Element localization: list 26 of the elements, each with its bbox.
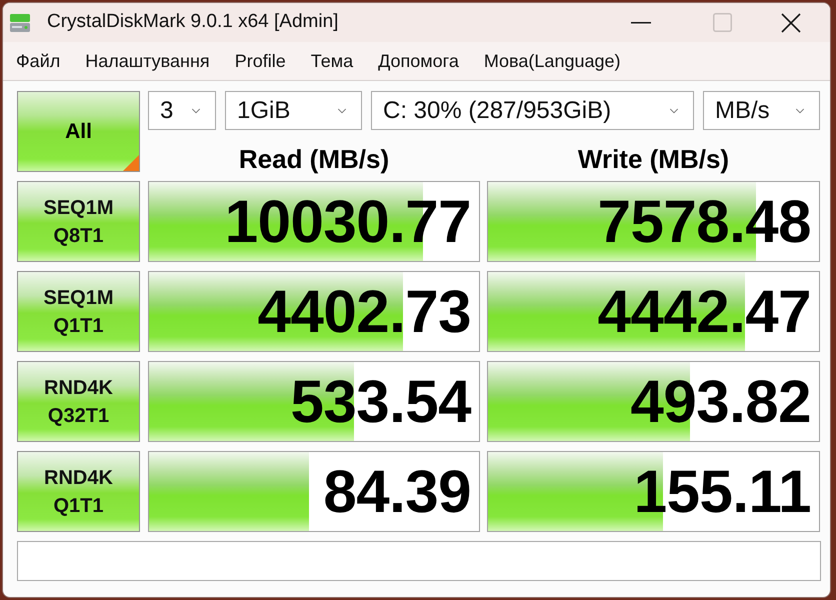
size-dropdown[interactable]: 1GiB	[225, 91, 362, 130]
write-value: 155.11	[634, 462, 811, 522]
drive-dropdown[interactable]: C: 30% (287/953GiB)	[371, 91, 694, 130]
all-button[interactable]: All	[17, 91, 140, 172]
test-button[interactable]: RND4K Q1T1	[17, 451, 140, 532]
test-button[interactable]: SEQ1M Q1T1	[17, 271, 140, 352]
minimize-icon[interactable]	[631, 22, 651, 24]
menu-item[interactable]: Profile	[228, 47, 292, 75]
column-header: Read (MB/s)	[238, 145, 390, 173]
menu-item[interactable]: Допомога	[372, 47, 465, 75]
window-title: CrystalDiskMark 9.0.1 x64 [Admin]	[47, 10, 338, 34]
disk-drive-icon	[9, 12, 31, 34]
menu-item[interactable]: Файл	[10, 47, 66, 75]
write-value: 493.82	[630, 372, 811, 432]
menu-item[interactable]: Мова(Language)	[478, 47, 626, 75]
menu-item[interactable]: Налаштування	[79, 47, 216, 75]
menu-item[interactable]: Тема	[304, 47, 360, 75]
read-value: 533.54	[290, 372, 471, 432]
close-icon[interactable]	[781, 12, 801, 32]
corner-triangle-icon	[123, 155, 139, 171]
read-value: 84.39	[323, 462, 471, 522]
test-button[interactable]: RND4K Q32T1	[17, 361, 140, 442]
count-dropdown[interactable]: 3	[148, 91, 216, 130]
column-header: Write (MB/s)	[578, 145, 730, 173]
unit-dropdown[interactable]: MB/s	[703, 91, 820, 130]
test-button[interactable]: SEQ1M Q8T1	[17, 181, 140, 262]
